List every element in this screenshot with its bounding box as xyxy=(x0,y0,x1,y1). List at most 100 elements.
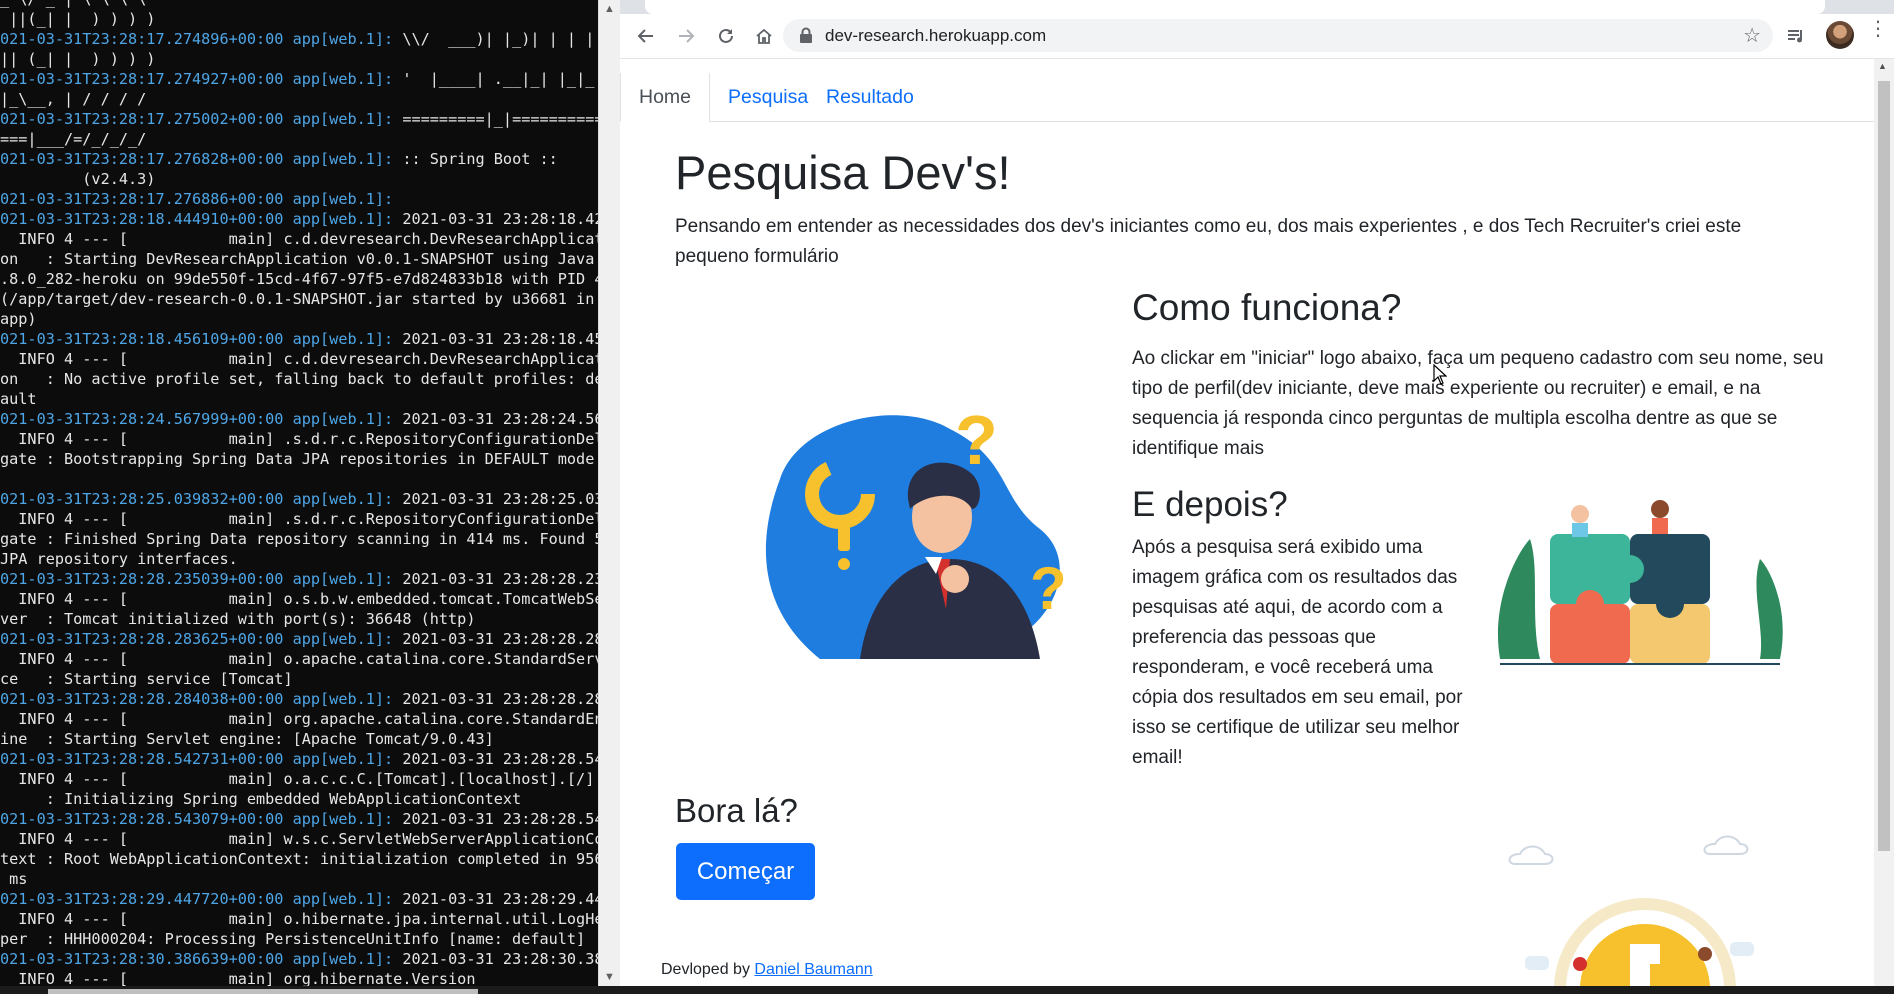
terminal-line: (/app/target/dev-research-0.0.1-SNAPSHOT… xyxy=(0,289,598,309)
log-timestamp: 021-03-31T23:28:17.274896+00:00 xyxy=(0,30,284,48)
home-icon[interactable] xyxy=(750,22,778,50)
bookmark-star-icon[interactable]: ☆ xyxy=(1743,23,1761,48)
log-text: 2021-03-31 23:28:28.28 xyxy=(393,630,598,648)
log-timestamp: 021-03-31T23:28:28.235039+00:00 xyxy=(0,570,284,588)
scrollbar-thumb[interactable] xyxy=(1878,81,1890,851)
back-arrow-icon[interactable] xyxy=(632,22,660,50)
log-text: 2021-03-31 23:28:28.54 xyxy=(393,810,598,828)
terminal-line: 021-03-31T23:28:24.567999+00:00 app[web.… xyxy=(0,409,598,429)
log-timestamp: 021-03-31T23:28:17.276828+00:00 xyxy=(0,150,284,168)
kebab-menu-icon[interactable]: ⋮ xyxy=(1868,19,1888,39)
log-text: INFO 4 --- [ main] c.d.devresearch.DevRe… xyxy=(0,350,598,368)
footer: Devloped by Daniel Baumann xyxy=(661,961,873,979)
nav-tabs: Home Pesquisa Resultado xyxy=(620,73,1874,122)
author-link[interactable]: Daniel Baumann xyxy=(754,961,872,978)
terminal-line: ce : Starting service [Tomcat] xyxy=(0,669,598,689)
how-it-works-text: Ao clickar em "iniciar" logo abaixo, faç… xyxy=(1132,348,1824,459)
terminal-line: 021-03-31T23:28:17.275002+00:00 app[web.… xyxy=(0,109,598,129)
log-text: :: Spring Boot :: xyxy=(393,150,558,168)
cta-heading: Bora lá? xyxy=(675,792,798,829)
log-text: INFO 4 --- [ main] .s.d.r.c.RepositoryCo… xyxy=(0,430,598,448)
log-text: 2021-03-31 23:28:25.03 xyxy=(393,490,598,508)
log-text: _ \/ _ | \ \ \ \ xyxy=(0,0,146,8)
tab-resultado[interactable]: Resultado xyxy=(808,73,932,121)
scroll-down-arrow-icon[interactable]: ▼ xyxy=(599,968,620,986)
page-scrollbar[interactable]: ▲ xyxy=(1874,59,1894,986)
log-source: app[web.1]: xyxy=(292,750,394,768)
log-text: on : No active profile set, falling back… xyxy=(0,370,598,388)
log-text: per : HHH000204: Processing PersistenceU… xyxy=(0,930,586,948)
log-text: 2021-03-31 23:28:28.54 xyxy=(393,750,598,768)
terminal-line: per : HHH000204: Processing PersistenceU… xyxy=(0,929,598,949)
active-browser-tab[interactable] xyxy=(645,0,1825,14)
log-text: INFO 4 --- [ main] o.s.b.w.embedded.tomc… xyxy=(0,590,598,608)
log-text: gate : Bootstrapping Spring Data JPA rep… xyxy=(0,450,598,468)
terminal-line: ine : Starting Servlet engine: [Apache T… xyxy=(0,729,598,749)
log-timestamp: 021-03-31T23:28:28.283625+00:00 xyxy=(0,630,284,648)
log-text: (v2.4.3) xyxy=(0,170,156,188)
log-text: INFO 4 --- [ main] o.apache.catalina.cor… xyxy=(0,650,598,668)
after-heading: E depois? xyxy=(1132,485,1288,524)
log-timestamp: 021-03-31T23:28:17.274927+00:00 xyxy=(0,70,284,88)
terminal-line: |_\__, | / / / / xyxy=(0,89,598,109)
terminal-line: 021-03-31T23:28:28.284038+00:00 app[web.… xyxy=(0,689,598,709)
log-timestamp: 021-03-31T23:28:28.284038+00:00 xyxy=(0,690,284,708)
log-timestamp: 021-03-31T23:28:24.567999+00:00 xyxy=(0,410,284,428)
scroll-up-arrow-icon[interactable]: ▲ xyxy=(599,0,620,18)
log-source: app[web.1]: xyxy=(292,890,394,908)
log-timestamp: 021-03-31T23:28:30.386639+00:00 xyxy=(0,950,284,968)
terminal-line: .8.0_282-heroku on 99de550f-15cd-4f67-97… xyxy=(0,269,598,289)
reload-icon[interactable] xyxy=(712,22,740,50)
terminal-line: ===|___/=/_/_/_/ xyxy=(0,129,598,149)
browser-tab-strip xyxy=(620,0,1894,14)
terminal-line: INFO 4 --- [ main] w.s.c.ServletWebServe… xyxy=(0,829,598,849)
scroll-up-arrow-icon[interactable]: ▲ xyxy=(1878,61,1887,71)
terminal-line: ms xyxy=(0,869,598,889)
log-text: INFO 4 --- [ main] w.s.c.ServletWebServe… xyxy=(0,830,598,848)
terminal-scrollbar[interactable]: ▲ ▼ xyxy=(598,0,620,986)
terminal-line: 021-03-31T23:28:28.283625+00:00 app[web.… xyxy=(0,629,598,649)
terminal-line: 021-03-31T23:28:17.276828+00:00 app[web.… xyxy=(0,149,598,169)
tab-home[interactable]: Home xyxy=(620,73,711,122)
log-text: ===|___/=/_/_/_/ xyxy=(0,130,147,148)
log-timestamp: 021-03-31T23:28:28.542731+00:00 xyxy=(0,750,284,768)
terminal-line: 021-03-31T23:28:17.274896+00:00 app[web.… xyxy=(0,29,598,49)
terminal-line: on : No active profile set, falling back… xyxy=(0,369,598,389)
terminal-window[interactable]: _ \/ _ | \ \ \ \ ||(_| | ) ) ) )021-03-3… xyxy=(0,0,598,986)
terminal-line: gate : Bootstrapping Spring Data JPA rep… xyxy=(0,449,598,469)
page-title: Pesquisa Dev's! xyxy=(675,146,1011,199)
how-it-works-heading: Como funciona? xyxy=(1132,287,1402,328)
log-source: app[web.1]: xyxy=(292,950,394,968)
log-source: app[web.1]: xyxy=(292,810,394,828)
terminal-line: : Initializing Spring embedded WebApplic… xyxy=(0,789,598,809)
log-timestamp: 021-03-31T23:28:17.276886+00:00 xyxy=(0,190,284,208)
terminal-line: INFO 4 --- [ main] .s.d.r.c.RepositoryCo… xyxy=(0,509,598,529)
terminal-line: INFO 4 --- [ main] o.a.c.c.C.[Tomcat].[l… xyxy=(0,769,598,789)
terminal-line: 021-03-31T23:28:25.039832+00:00 app[web.… xyxy=(0,489,598,509)
terminal-line: 021-03-31T23:28:18.444910+00:00 app[web.… xyxy=(0,209,598,229)
address-bar[interactable]: dev-research.herokuapp.com ☆ xyxy=(783,19,1773,52)
log-text: ms xyxy=(0,870,28,888)
terminal-line: || (_| | ) ) ) ) xyxy=(0,49,598,69)
log-source: app[web.1]: xyxy=(292,190,394,208)
log-text: 2021-03-31 23:28:18.42 xyxy=(393,210,598,228)
url-text: dev-research.herokuapp.com xyxy=(825,26,1047,45)
log-text: INFO 4 --- [ main] o.a.c.c.C.[Tomcat].[l… xyxy=(0,770,595,788)
terminal-line: on : Starting DevResearchApplication v0.… xyxy=(0,249,598,269)
log-text: 2021-03-31 23:28:30.38 xyxy=(393,950,598,968)
forward-arrow-icon[interactable] xyxy=(672,22,700,50)
profile-avatar[interactable] xyxy=(1826,21,1854,49)
log-text: text : Root WebApplicationContext: initi… xyxy=(0,850,598,868)
footer-prefix: Devloped by xyxy=(661,961,755,978)
terminal-line: INFO 4 --- [ main] o.s.b.w.embedded.tomc… xyxy=(0,589,598,609)
log-source: app[web.1]: xyxy=(292,490,394,508)
start-button[interactable]: Começar xyxy=(676,843,815,900)
terminal-line: INFO 4 --- [ main] o.apache.catalina.cor… xyxy=(0,649,598,669)
log-text: 2021-03-31 23:28:29.44 xyxy=(393,890,598,908)
media-control-icon[interactable] xyxy=(1782,22,1810,50)
log-text: INFO 4 --- [ main] org.hibernate.Version xyxy=(0,970,476,986)
log-text: ver : Tomcat initialized with port(s): 3… xyxy=(0,610,476,628)
log-text: ||(_| | ) ) ) ) xyxy=(0,10,156,28)
log-source: app[web.1]: xyxy=(292,410,394,428)
